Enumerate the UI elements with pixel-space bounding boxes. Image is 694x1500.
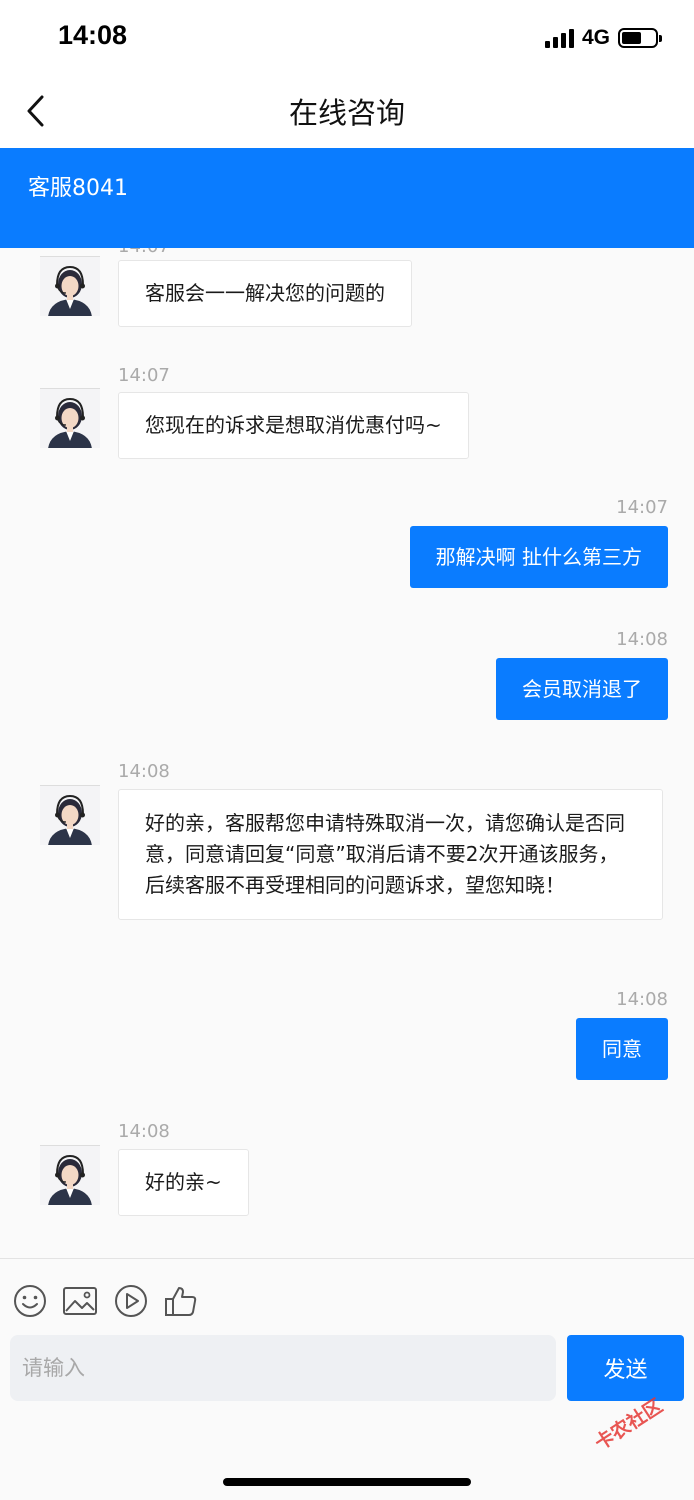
image-button[interactable] (62, 1283, 98, 1319)
page-title: 在线咨询 (288, 96, 405, 130)
agent-avatar (40, 256, 100, 316)
message-timestamp: 14:07 (616, 497, 668, 518)
video-button[interactable] (113, 1283, 149, 1319)
agent-banner: 客服8041 (0, 148, 694, 248)
message-bubble-agent: 您现在的诉求是想取消优惠付吗~ (118, 392, 469, 459)
home-indicator (223, 1478, 471, 1486)
message-bubble-agent: 好的亲~ (118, 1149, 249, 1216)
message-bubble-user: 那解决啊 扯什么第三方 (409, 526, 668, 588)
message-bubble-user: 会员取消退了 (496, 658, 668, 720)
message-bubble-agent: 客服会一一解决您的问题的 (118, 260, 412, 327)
message-input[interactable] (10, 1335, 556, 1401)
image-icon (63, 1287, 97, 1315)
nav-bar: 在线咨询 (0, 72, 694, 148)
message-bubble-user: 同意 (576, 1018, 668, 1080)
message-timestamp: 14:07 (118, 248, 170, 257)
message-timestamp: 14:08 (118, 1121, 170, 1142)
signal-icon (544, 28, 574, 48)
battery-icon (618, 28, 662, 48)
video-icon (115, 1285, 147, 1317)
composer-panel: 发送 (0, 1258, 694, 1500)
status-indicators: 4G (544, 24, 662, 52)
agent-name: 客服8041 (28, 176, 128, 201)
agent-avatar (40, 1145, 100, 1205)
agent-avatar (40, 388, 100, 448)
emoji-icon (14, 1285, 46, 1317)
chat-messages[interactable]: 14:07 客服会一一解决您的问题的 14:07 您现在的诉求是想取消优惠付吗~… (0, 248, 694, 1258)
status-bar: 14:08 4G (0, 0, 694, 72)
thumbs-up-icon (165, 1287, 197, 1316)
agent-avatar (40, 785, 100, 845)
message-bubble-agent: 好的亲，客服帮您申请特殊取消一次，请您确认是否同意，同意请回复“同意”取消后请不… (118, 789, 663, 920)
thumbs-up-button[interactable] (163, 1283, 199, 1319)
emoji-button[interactable] (12, 1283, 48, 1319)
send-button[interactable]: 发送 (567, 1335, 684, 1401)
network-type: 4G (581, 26, 610, 49)
message-timestamp: 14:07 (118, 365, 170, 386)
message-timestamp: 14:08 (616, 989, 668, 1010)
status-time: 14:08 (58, 20, 128, 50)
message-timestamp: 14:08 (118, 761, 170, 782)
message-timestamp: 14:08 (616, 629, 668, 650)
